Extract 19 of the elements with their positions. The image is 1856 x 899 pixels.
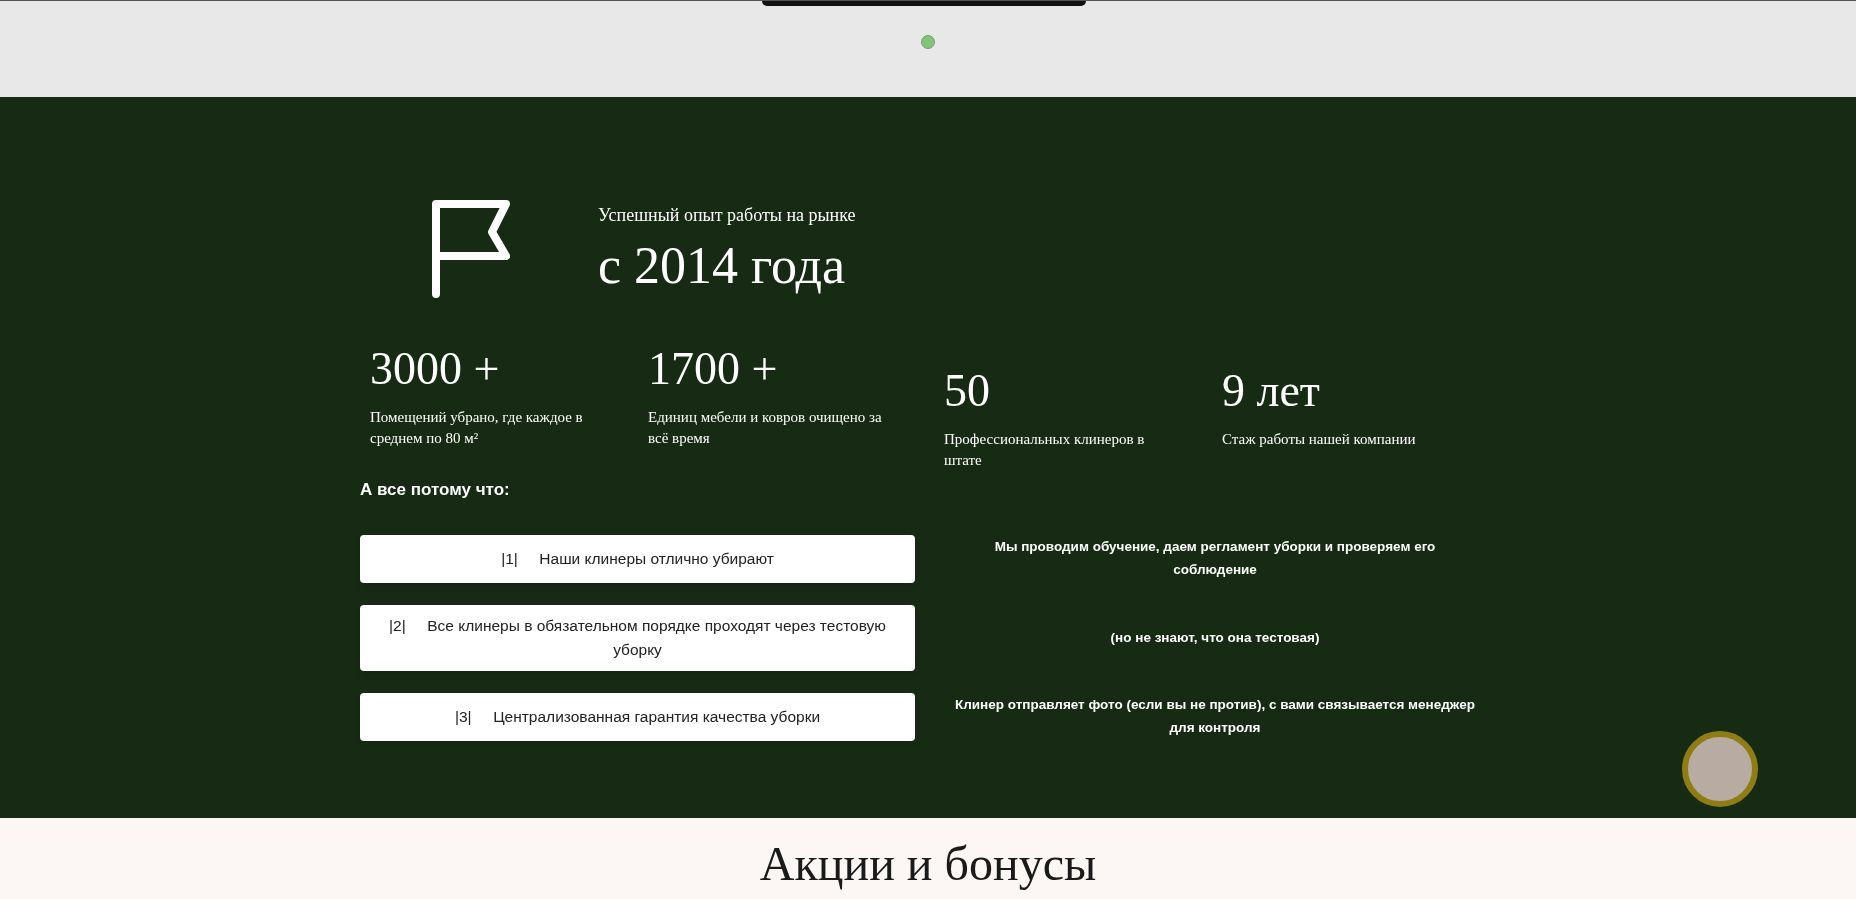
- stat-value: 1700 +: [648, 344, 779, 395]
- reason-note: Клинер отправляет фото (если вы не против), с вами связывается менеджер для контроля: [955, 696, 1475, 738]
- reasons-heading: А все потому что:: [360, 479, 510, 501]
- flag-icon: [430, 198, 510, 298]
- stat-value: 9 лет: [1222, 366, 1321, 417]
- hero-subtitle: Успешный опыт работы на рынке: [598, 204, 856, 227]
- reason-note: (но не знают, что она тестовая): [1109, 628, 1321, 647]
- stat-caption: Помещений убрано, где каждое в среднем по 80 м²: [370, 407, 584, 449]
- hero-title: с 2014 года: [598, 236, 847, 296]
- stat-caption: Профессиональных клинеров в штате: [944, 429, 1146, 471]
- stat-caption: Стаж работы нашей компании: [1222, 429, 1417, 449]
- stat-caption: Единиц мебели и ковров очищено за всё время: [648, 407, 883, 449]
- stat-value: 50: [944, 366, 991, 417]
- reason-text: |3| Централизованная гарантия качества уборки: [454, 707, 821, 727]
- promo-title: Акции и бонусы: [759, 840, 1097, 892]
- reason-text: |2| Все клинеры в обязательном порядке проходят через тестовую уборку: [388, 616, 887, 660]
- reason-text: |1| Наши клинеры отлично убирают: [501, 549, 774, 569]
- reason-note: Мы проводим обучение, даем регламент уборки и проверяем его соблюдение: [993, 538, 1437, 579]
- stat-value: 3000 +: [370, 344, 501, 395]
